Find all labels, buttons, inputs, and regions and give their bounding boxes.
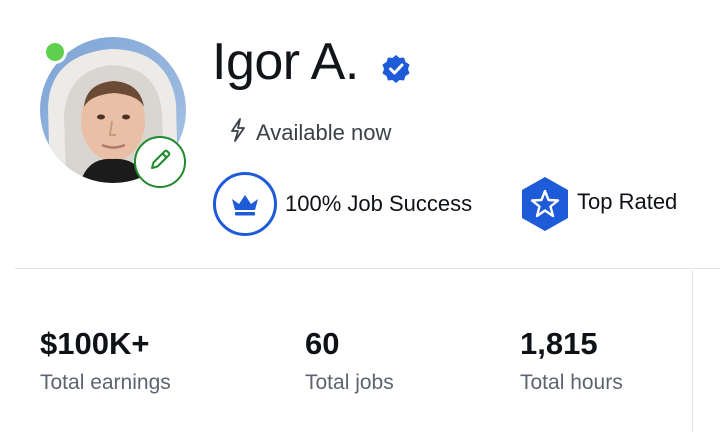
profile-name: Igor A. (212, 33, 359, 91)
stat-label: Total jobs (305, 371, 394, 394)
stat-value: 1,815 (520, 326, 598, 361)
stat-label: Total hours (520, 371, 623, 394)
crown-icon (212, 171, 278, 237)
section-divider (15, 268, 720, 269)
verified-check-icon (381, 54, 411, 84)
stat-total-jobs: 60 Total jobs (305, 328, 394, 395)
availability-status: Available now (230, 118, 391, 148)
pencil-icon (147, 147, 173, 178)
online-status-dot (43, 40, 67, 64)
edit-photo-button[interactable] (134, 136, 186, 188)
star-icon (519, 176, 571, 232)
availability-text: Available now (256, 120, 392, 145)
stat-label: Total earnings (40, 371, 171, 394)
stat-value: $100K+ (40, 326, 150, 361)
stat-total-earnings: $100K+ Total earnings (40, 328, 171, 395)
stat-value: 60 (305, 326, 340, 361)
profile-avatar-group (40, 37, 186, 188)
lightning-bolt-icon (230, 118, 246, 148)
column-divider (692, 270, 693, 432)
job-success-label: 100% Job Success (285, 191, 473, 216)
stat-total-hours: 1,815 Total hours (520, 328, 623, 395)
top-rated-label: Top Rated (577, 189, 678, 214)
